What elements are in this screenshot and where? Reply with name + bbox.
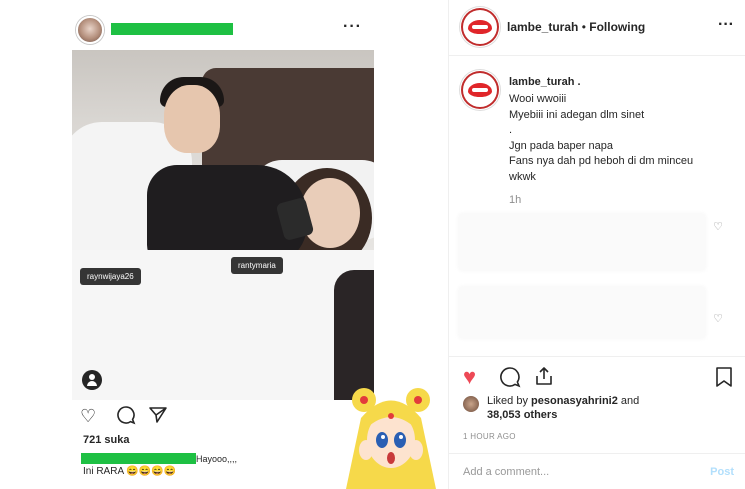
liked-by-text: Liked by pesonasyahrini2 and 38,053 othe… (487, 395, 640, 421)
post-button[interactable]: Post (710, 466, 734, 478)
bookmark-icon[interactable] (715, 366, 733, 393)
header-user-line: lambe_turah • Following (507, 20, 645, 34)
heart-filled-icon[interactable]: ♥ (463, 365, 476, 389)
photo-tag: rantymaria (231, 257, 283, 274)
cartoon-sticker-image (346, 388, 436, 489)
caption-line: wkwk (509, 170, 536, 183)
comment-icon[interactable] (499, 366, 521, 393)
caption-line: Fans nya dah pd heboh di dm minceu (509, 155, 694, 167)
comment-like-icon[interactable]: ♡ (713, 312, 723, 325)
header-username[interactable]: lambe_turah (507, 20, 578, 34)
censored-username-bar (111, 23, 233, 35)
embedded-avatar (76, 16, 104, 44)
blurred-comment (457, 212, 707, 272)
comment-like-icon[interactable]: ♡ (713, 220, 723, 233)
blurred-comment (457, 285, 707, 340)
caption-line: Jgn pada baper napa (509, 139, 613, 152)
post-detail-panel: lambe_turah • Following ··· lambe_turah … (448, 0, 745, 489)
likes-count[interactable]: 38,053 others (487, 409, 557, 421)
caption-timestamp: 1h (509, 194, 522, 206)
user-tag-icon (82, 370, 102, 390)
censored-caption-bar (81, 453, 196, 464)
heart-outline-icon: ♡ (80, 406, 97, 426)
profile-avatar[interactable] (463, 10, 497, 44)
more-options-icon[interactable]: ··· (718, 16, 734, 34)
header-separator: • (581, 20, 586, 34)
comment-box: Post (449, 453, 745, 489)
embedded-caption: Hayooo,,,, (196, 454, 238, 464)
share-icon (148, 405, 168, 429)
more-icon: ··· (343, 18, 362, 35)
caption-username[interactable]: lambe_turah . (509, 76, 581, 88)
liked-by-row: Liked by pesonasyahrini2 and 38,053 othe… (463, 394, 743, 424)
post-photo: raynwijaya26 rantymaria (72, 50, 374, 400)
caption-line: Myebiii ini adegan dlm sinet (509, 108, 645, 121)
caption-line: . (509, 124, 513, 136)
liker-username[interactable]: pesonasyahrini2 (531, 395, 618, 407)
comment-input[interactable] (463, 466, 683, 478)
caption-line: Wooi wwoiii (509, 93, 567, 105)
comment-icon (116, 405, 136, 429)
following-button[interactable]: Following (589, 20, 645, 34)
caption-text: Wooi wwoiii Myebiii ini adegan dlm sinet… (509, 92, 729, 185)
embedded-caption-line: Ini RARA 😄😄😄😄 (83, 466, 177, 477)
posted-time: 1 HOUR AGO (463, 432, 516, 441)
embedded-post-header: ··· (76, 14, 376, 44)
liker-avatar[interactable] (463, 396, 479, 412)
post-header: lambe_turah • Following ··· (449, 0, 745, 56)
caption-avatar[interactable] (463, 73, 497, 107)
embedded-action-row: ♡ (80, 406, 200, 428)
embedded-post-screenshot: ··· raynwijaya26 rantymaria ♡ 721 suka H… (0, 0, 448, 489)
embedded-like-count: 721 suka (83, 434, 130, 446)
photo-tag: raynwijaya26 (80, 268, 141, 285)
share-icon[interactable] (533, 365, 555, 392)
